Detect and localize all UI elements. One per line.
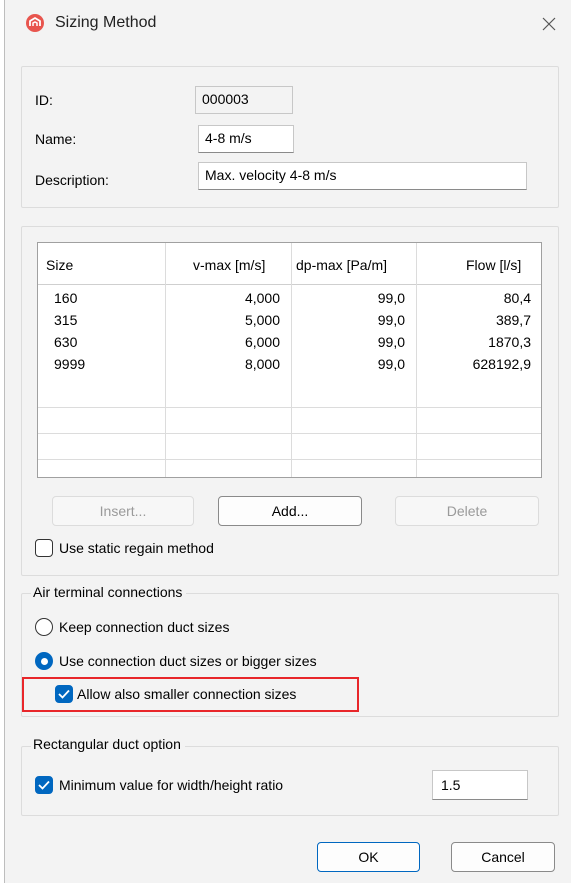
checkmark-icon	[38, 780, 50, 790]
description-field[interactable]: Max. velocity 4-8 m/s	[198, 162, 527, 190]
cell-size: 9999	[54, 356, 86, 372]
sizes-table[interactable]: Size v-max [m/s] dp-max [Pa/m] Flow [l/s…	[37, 242, 542, 478]
allow-smaller-label[interactable]: Allow also smaller connection sizes	[77, 686, 296, 702]
allow-smaller-checkbox[interactable]	[55, 685, 73, 703]
grid-line	[38, 459, 541, 460]
min-ratio-field[interactable]: 1.5	[432, 770, 528, 800]
ok-button[interactable]: OK	[317, 842, 420, 872]
name-label: Name:	[35, 131, 77, 147]
column-header-flow[interactable]: Flow [l/s]	[466, 257, 521, 273]
table-row[interactable]: 630 6,000 99,0 1870,3	[38, 331, 541, 355]
static-regain-checkbox[interactable]	[35, 539, 53, 557]
id-label: ID:	[35, 92, 53, 108]
bigger-sizes-radio[interactable]	[35, 652, 53, 670]
column-header-size[interactable]: Size	[46, 257, 73, 273]
keep-sizes-label[interactable]: Keep connection duct sizes	[59, 619, 229, 635]
close-icon	[542, 17, 556, 31]
table-header: Size v-max [m/s] dp-max [Pa/m] Flow [l/s…	[38, 243, 541, 285]
min-ratio-checkbox[interactable]	[35, 776, 53, 794]
checkmark-icon	[58, 689, 70, 699]
column-header-dpmax[interactable]: dp-max [Pa/m]	[296, 257, 387, 273]
cell-vmax: 8,000	[244, 356, 280, 372]
cancel-button[interactable]: Cancel	[451, 842, 555, 872]
table-row[interactable]: 160 4,000 99,0 80,4	[38, 287, 541, 311]
id-field: 000003	[195, 86, 293, 114]
title-bar: Sizing Method	[5, 0, 571, 48]
add-button[interactable]: Add...	[218, 496, 362, 526]
keep-sizes-radio[interactable]	[35, 618, 53, 636]
air-terminal-title: Air terminal connections	[31, 584, 187, 600]
bigger-sizes-label[interactable]: Use connection duct sizes or bigger size…	[59, 653, 317, 669]
delete-button[interactable]: Delete	[395, 496, 539, 526]
column-header-vmax[interactable]: v-max [m/s]	[193, 257, 265, 273]
min-ratio-label[interactable]: Minimum value for width/height ratio	[59, 777, 283, 793]
close-button[interactable]	[532, 8, 566, 40]
table-row[interactable]: 315 5,000 99,0 389,7	[38, 309, 541, 333]
grid-line	[38, 407, 541, 408]
name-field[interactable]: 4-8 m/s	[198, 125, 294, 153]
description-label: Description:	[35, 172, 109, 188]
sizing-method-dialog: Sizing Method ID: 000003 Name: 4-8 m/s D…	[4, 0, 571, 883]
insert-button[interactable]: Insert...	[52, 496, 194, 526]
window-title: Sizing Method	[55, 14, 157, 31]
app-logo-icon	[26, 14, 44, 32]
cell-flow: 628192,9	[472, 356, 531, 372]
rect-duct-title: Rectangular duct option	[31, 736, 185, 752]
table-row[interactable]: 9999 8,000 99,0 628192,9	[38, 353, 541, 377]
cell-dpmax: 99,0	[377, 356, 405, 372]
static-regain-label[interactable]: Use static regain method	[59, 540, 214, 556]
grid-line	[38, 433, 541, 434]
